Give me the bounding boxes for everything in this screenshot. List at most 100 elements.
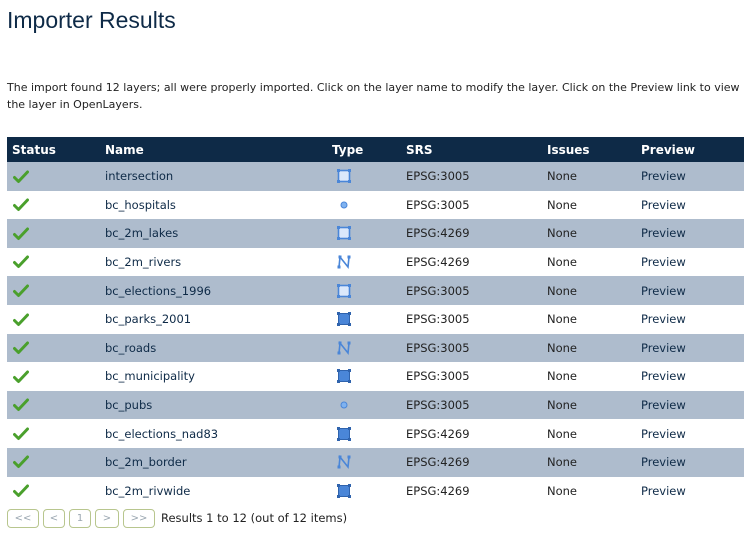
type-cell (327, 419, 401, 448)
table-row: bc_2m_border EPSG:4269 None Preview (7, 447, 744, 477)
preview-link[interactable]: Preview (641, 455, 686, 469)
type-cell (327, 247, 401, 277)
type-column-header[interactable]: Type (327, 137, 401, 162)
status-cell (7, 304, 100, 334)
layer-name-link[interactable]: bc_2m_rivwide (105, 484, 190, 498)
status-cell (7, 333, 100, 363)
layer-name-link[interactable]: bc_municipality (105, 369, 195, 383)
name-cell: intersection (100, 162, 327, 191)
preview-link[interactable]: Preview (641, 169, 686, 183)
pagination-status: Results 1 to 12 (out of 12 items) (161, 511, 348, 525)
preview-column-header[interactable]: Preview (636, 137, 744, 162)
preview-cell: Preview (636, 419, 744, 448)
preview-link[interactable]: Preview (641, 341, 686, 355)
preview-cell: Preview (636, 476, 744, 506)
success-check-icon (13, 198, 29, 212)
success-check-icon (13, 170, 29, 184)
layer-name-link[interactable]: intersection (105, 169, 173, 183)
line-icon (336, 254, 352, 270)
success-check-icon (13, 341, 29, 355)
layer-name-link[interactable]: bc_parks_2001 (105, 312, 191, 326)
success-check-icon (13, 370, 29, 384)
srs-cell: EPSG:3005 (401, 390, 542, 420)
status-cell (7, 219, 100, 248)
status-cell (7, 476, 100, 506)
success-check-icon (13, 227, 29, 241)
table-row: bc_parks_2001 EPSG:3005 None Preview (7, 304, 744, 334)
success-check-icon (13, 427, 29, 441)
srs-cell: EPSG:4269 (401, 476, 542, 506)
preview-link[interactable]: Preview (641, 284, 686, 298)
layer-name-link[interactable]: bc_hospitals (105, 198, 176, 212)
preview-cell: Preview (636, 333, 744, 363)
success-check-icon (13, 398, 29, 412)
srs-cell: EPSG:3005 (401, 276, 542, 305)
layer-name-link[interactable]: bc_2m_border (105, 455, 187, 469)
first-page-button[interactable]: << (7, 508, 39, 528)
issues-column-header[interactable]: Issues (542, 137, 636, 162)
srs-cell: EPSG:3005 (401, 190, 542, 220)
preview-link[interactable]: Preview (641, 398, 686, 412)
type-cell (327, 162, 401, 191)
name-cell: bc_pubs (100, 390, 327, 420)
preview-link[interactable]: Preview (641, 427, 686, 441)
polygon-icon (336, 311, 352, 327)
import-summary: The import found 12 layers; all were pro… (7, 81, 740, 111)
preview-link[interactable]: Preview (641, 226, 686, 240)
layer-name-link[interactable]: bc_elections_nad83 (105, 427, 218, 441)
name-cell: bc_municipality (100, 362, 327, 391)
preview-link[interactable]: Preview (641, 369, 686, 383)
status-cell (7, 390, 100, 420)
previous-page-button[interactable]: < (43, 508, 65, 528)
status-column-header[interactable]: Status (7, 137, 100, 162)
layer-name-link[interactable]: bc_pubs (105, 398, 152, 412)
type-cell (327, 304, 401, 334)
status-cell (7, 162, 100, 191)
status-cell (7, 247, 100, 277)
layer-name-link[interactable]: bc_2m_lakes (105, 226, 178, 240)
last-page-button[interactable]: >> (123, 508, 155, 528)
preview-link[interactable]: Preview (641, 312, 686, 326)
preview-link[interactable]: Preview (641, 198, 686, 212)
status-cell (7, 447, 100, 477)
table-row: bc_pubs EPSG:3005 None Preview (7, 390, 744, 420)
layer-name-link[interactable]: bc_elections_1996 (105, 284, 211, 298)
name-cell: bc_elections_1996 (100, 276, 327, 305)
table-row: bc_municipality EPSG:3005 None Preview (7, 362, 744, 391)
preview-link[interactable]: Preview (641, 255, 686, 269)
name-cell: bc_roads (100, 333, 327, 363)
next-page-button[interactable]: > (95, 508, 119, 528)
srs-cell: EPSG:3005 (401, 362, 542, 391)
results-table: Status Name Type SRS Issues Preview inte… (7, 137, 744, 506)
srs-cell: EPSG:4269 (401, 419, 542, 448)
point-icon (336, 397, 352, 413)
success-check-icon (13, 484, 29, 498)
polygon-icon (336, 426, 352, 442)
preview-cell: Preview (636, 190, 744, 220)
page-number-button[interactable]: 1 (69, 508, 91, 528)
preview-link[interactable]: Preview (641, 484, 686, 498)
issues-cell: None (542, 219, 636, 248)
line-icon (336, 454, 352, 470)
table-row: bc_hospitals EPSG:3005 None Preview (7, 190, 744, 220)
name-cell: bc_2m_rivers (100, 247, 327, 277)
table-row: bc_roads EPSG:3005 None Preview (7, 333, 744, 363)
layer-name-link[interactable]: bc_roads (105, 341, 156, 355)
table-row: bc_2m_rivwide EPSG:4269 None Preview (7, 476, 744, 506)
results-table-body: intersection EPSG:3005 None Preview bc_hospi… (7, 162, 744, 506)
layer-name-link[interactable]: bc_2m_rivers (105, 255, 181, 269)
srs-column-header[interactable]: SRS (401, 137, 542, 162)
line-icon (336, 340, 352, 356)
preview-cell: Preview (636, 162, 744, 191)
name-cell: bc_2m_lakes (100, 219, 327, 248)
srs-cell: EPSG:3005 (401, 333, 542, 363)
success-check-icon (13, 313, 29, 327)
table-header-row: Status Name Type SRS Issues Preview (7, 137, 744, 162)
issues-cell: None (542, 390, 636, 420)
issues-cell: None (542, 162, 636, 191)
srs-cell: EPSG:4269 (401, 447, 542, 477)
srs-cell: EPSG:4269 (401, 247, 542, 277)
table-row: bc_2m_rivers EPSG:4269 None Preview (7, 247, 744, 277)
name-column-header[interactable]: Name (100, 137, 327, 162)
polygon-outline-icon (336, 225, 352, 241)
